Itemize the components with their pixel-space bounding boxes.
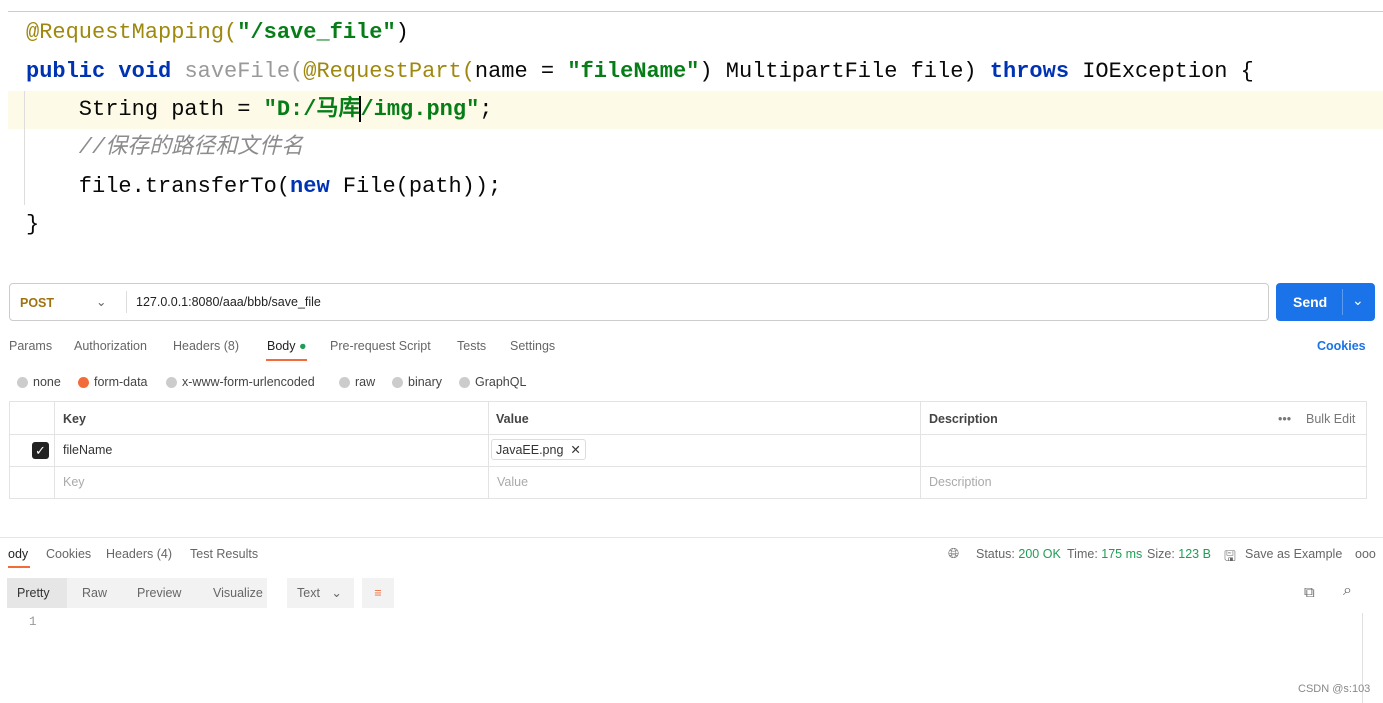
tab-pre-request-script[interactable]: Pre-request Script	[330, 339, 431, 353]
active-tab-indicator	[266, 359, 307, 361]
file-chip: JavaEE.png ✕	[491, 439, 586, 460]
close-icon[interactable]: ✕	[567, 443, 580, 457]
more-icon[interactable]: •••	[1278, 412, 1291, 426]
code-line: public void saveFile(@RequestPart(name =…	[26, 59, 1254, 84]
tab-tests[interactable]: Tests	[457, 339, 486, 353]
radio-urlencoded[interactable]: x-www-form-urlencoded	[166, 375, 315, 389]
tab-settings[interactable]: Settings	[510, 339, 555, 353]
column-header-key: Key	[63, 412, 86, 426]
wrap-lines-icon[interactable]: ≡	[362, 578, 394, 608]
tab-authorization[interactable]: Authorization	[74, 339, 147, 353]
response-tab-test-results[interactable]: Test Results	[190, 547, 258, 561]
chevron-down-icon[interactable]: ⌄	[96, 294, 106, 309]
format-select[interactable]: Text ⌄	[287, 578, 354, 608]
response-tab-body[interactable]: ody	[8, 547, 28, 561]
description-input[interactable]: Description	[929, 475, 992, 489]
bulk-edit-button[interactable]: Bulk Edit	[1306, 412, 1355, 426]
radio-graphql[interactable]: GraphQL	[459, 375, 526, 389]
tab-params[interactable]: Params	[9, 339, 52, 353]
time-readout: Time: 175 ms	[1067, 547, 1143, 561]
column-header-value: Value	[496, 412, 529, 426]
view-visualize[interactable]: Visualize	[213, 578, 263, 608]
row-checkbox[interactable]: ✓	[32, 442, 49, 459]
copy-icon[interactable]: ⧉	[1304, 584, 1315, 601]
more-icon[interactable]: ooo	[1355, 547, 1376, 561]
code-line: }	[26, 212, 40, 237]
status-readout: Status: 200 OK	[976, 547, 1061, 561]
indent-guide	[24, 91, 25, 205]
response-tab-cookies[interactable]: Cookies	[46, 547, 91, 561]
cookies-link[interactable]: Cookies	[1317, 339, 1366, 353]
radio-none[interactable]: none	[17, 375, 61, 389]
body-dot-icon: ●	[298, 339, 307, 353]
send-button[interactable]: Send ⌄	[1276, 283, 1375, 321]
key-cell[interactable]: fileName	[63, 443, 112, 457]
active-tab-indicator	[8, 566, 30, 568]
view-preview[interactable]: Preview	[137, 578, 181, 608]
globe-icon[interactable]: 🌐︎	[948, 545, 959, 562]
code-line: file.transferTo(new File(path));	[26, 174, 502, 199]
size-readout: Size: 123 B	[1147, 547, 1211, 561]
view-pretty[interactable]: Pretty	[17, 578, 50, 608]
search-icon[interactable]: ⌕	[1343, 582, 1352, 600]
tab-headers[interactable]: Headers (8)	[173, 339, 239, 353]
view-raw[interactable]: Raw	[82, 578, 107, 608]
code-line: @RequestMapping("/save_file")	[26, 20, 409, 45]
save-icon: 🖫	[1224, 548, 1236, 564]
response-tab-headers[interactable]: Headers (4)	[106, 547, 172, 561]
code-line: String path = "D:/马库/img.png";	[26, 96, 493, 123]
chevron-down-icon[interactable]: ⌄	[1352, 292, 1364, 309]
tab-body[interactable]: Body ●	[267, 339, 307, 353]
radio-raw[interactable]: raw	[339, 375, 375, 389]
url-input[interactable]: 127.0.0.1:8080/aaa/bbb/save_file	[136, 295, 321, 309]
divider	[8, 11, 1383, 12]
line-number: 1	[29, 615, 37, 629]
divider	[126, 291, 127, 313]
code-editor[interactable]: @RequestMapping("/save_file") public voi…	[0, 0, 1383, 237]
key-input[interactable]: Key	[63, 475, 85, 489]
radio-binary[interactable]: binary	[392, 375, 442, 389]
divider	[0, 537, 1383, 538]
value-input[interactable]: Value	[497, 475, 528, 489]
column-header-description: Description	[929, 412, 998, 426]
save-as-example-button[interactable]: Save as Example	[1245, 547, 1342, 561]
method-select[interactable]: POST	[20, 296, 54, 310]
form-data-table: Key Value Description ••• Bulk Edit file…	[9, 401, 1367, 499]
code-comment: //保存的路径和文件名	[26, 135, 304, 160]
watermark: CSDN @s:103	[1298, 683, 1371, 695]
radio-form-data[interactable]: form-data	[78, 375, 148, 389]
